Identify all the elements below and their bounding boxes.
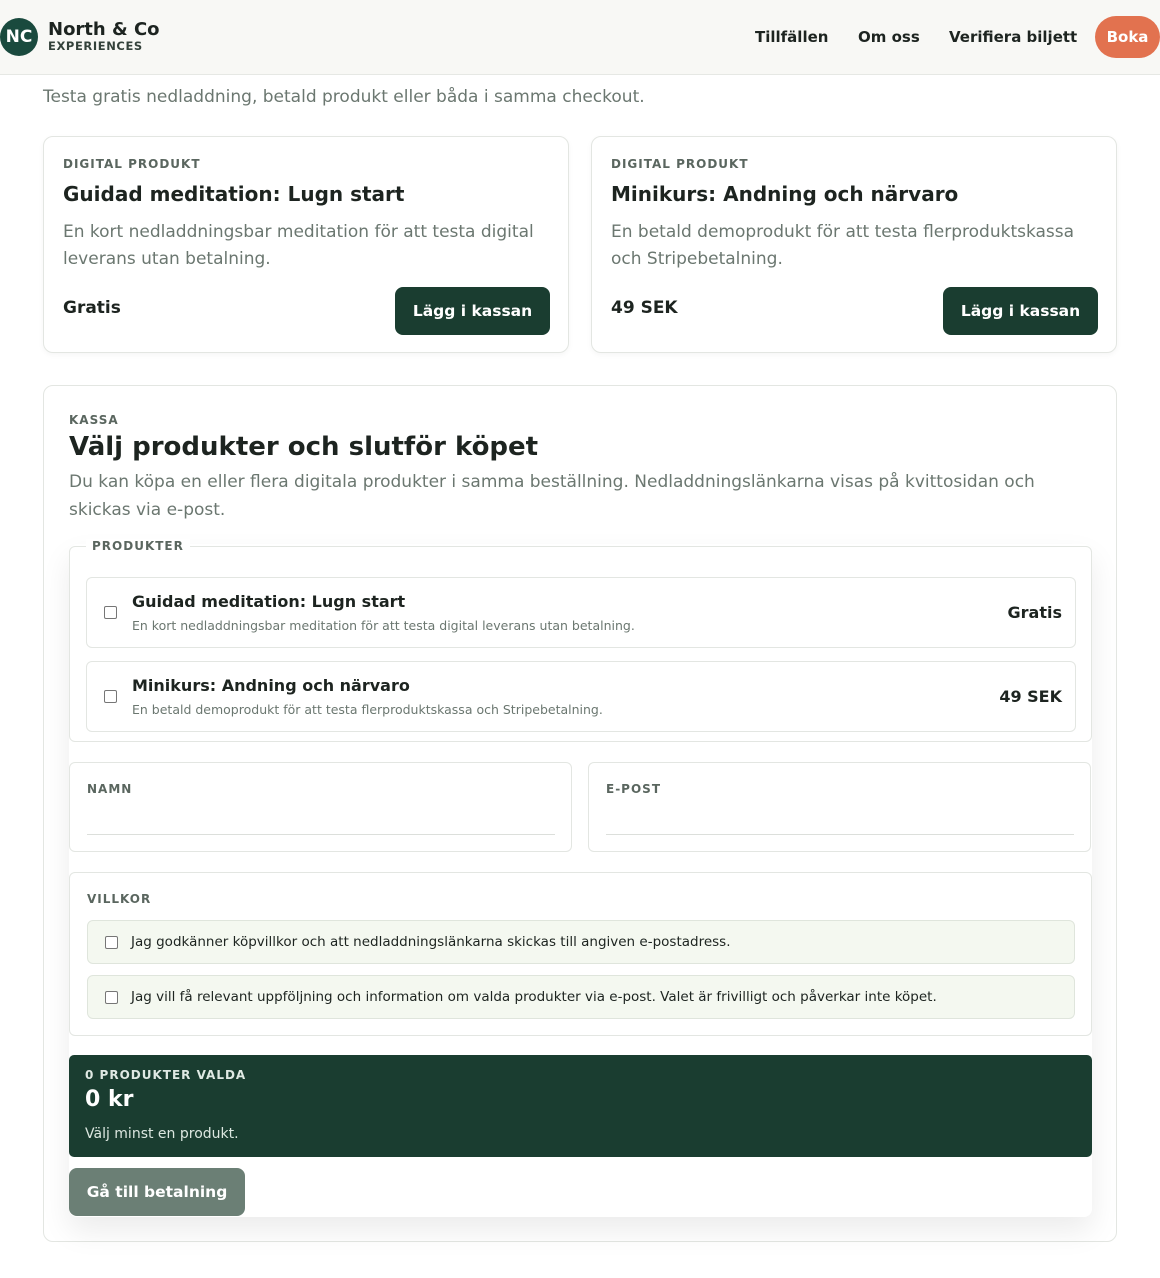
order-summary: 0 PRODUKTER VALDA 0 kr Välj minst en pro… — [69, 1055, 1092, 1157]
terms-checkbox[interactable] — [105, 936, 118, 949]
marketing-consent-row[interactable]: Jag vill få relevant uppföljning och inf… — [87, 975, 1075, 1019]
product-checkbox[interactable] — [104, 606, 117, 619]
email-input[interactable] — [606, 801, 1074, 835]
marketing-consent-text: Jag vill få relevant uppföljning och inf… — [131, 989, 937, 1005]
checkout-product-row[interactable]: Minikurs: Andning och närvaro En betald … — [86, 661, 1076, 732]
product-eyebrow: DIGITAL PRODUKT — [611, 157, 749, 171]
checkout-eyebrow: KASSA — [69, 413, 119, 427]
name-field: NAMN — [69, 762, 572, 852]
product-title: Minikurs: Andning och närvaro — [611, 182, 959, 206]
site-header: NC North & Co EXPERIENCES Tillfällen Om … — [0, 0, 1160, 75]
products-fieldset: PRODUKTER Guidad meditation: Lugn start … — [69, 539, 1092, 742]
checkout-title: Välj produkter och slutför köpet — [69, 432, 539, 462]
checkout-product-description: En betald demoprodukt för att testa fler… — [132, 702, 603, 717]
name-label: NAMN — [87, 782, 133, 796]
order-total: 0 kr — [85, 1087, 134, 1112]
product-price: Gratis — [63, 298, 121, 318]
name-input[interactable] — [87, 801, 555, 835]
checkout-product-price: 49 SEK — [999, 687, 1062, 706]
marketing-checkbox[interactable] — [105, 991, 118, 1004]
brand-subtitle: EXPERIENCES — [48, 39, 143, 53]
nav-link-verifiera-biljett[interactable]: Verifiera biljett — [949, 28, 1077, 46]
product-card: DIGITAL PRODUKT Guidad meditation: Lugn … — [43, 136, 569, 353]
email-field: E-POST — [588, 762, 1091, 852]
terms-section: VILLKOR Jag godkänner köpvillkor och att… — [69, 872, 1092, 1036]
intro-text: Testa gratis nedladdning, betald produkt… — [43, 87, 645, 107]
add-to-checkout-button[interactable]: Lägg i kassan — [943, 287, 1098, 335]
terms-consent-row[interactable]: Jag godkänner köpvillkor och att nedladd… — [87, 920, 1075, 964]
product-title: Guidad meditation: Lugn start — [63, 182, 405, 206]
checkout-product-row[interactable]: Guidad meditation: Lugn start En kort ne… — [86, 577, 1076, 648]
summary-hint: Välj minst en produkt. — [85, 1126, 239, 1142]
brand-name[interactable]: North & Co — [48, 19, 160, 40]
products-legend: PRODUKTER — [86, 539, 190, 553]
logo-badge[interactable]: NC — [0, 18, 38, 56]
nav-link-tillfallen[interactable]: Tillfällen — [755, 28, 828, 46]
product-description: En kort nedladdningsbar meditation för a… — [63, 222, 534, 269]
product-price: 49 SEK — [611, 298, 678, 318]
terms-consent-text: Jag godkänner köpvillkor och att nedladd… — [131, 934, 731, 950]
checkout-product-name: Minikurs: Andning och närvaro — [132, 676, 410, 695]
add-to-checkout-button[interactable]: Lägg i kassan — [395, 287, 550, 335]
checkout-product-name: Guidad meditation: Lugn start — [132, 592, 406, 611]
product-description: En betald demoprodukt för att testa fler… — [611, 222, 1075, 269]
checkout-product-description: En kort nedladdningsbar meditation för a… — [132, 618, 635, 633]
nav-link-om-oss[interactable]: Om oss — [858, 28, 920, 46]
product-card: DIGITAL PRODUKT Minikurs: Andning och nä… — [591, 136, 1117, 353]
checkout-section: KASSA Välj produkter och slutför köpet D… — [43, 385, 1117, 1242]
selected-count: 0 PRODUKTER VALDA — [85, 1068, 247, 1082]
go-to-payment-button[interactable]: Gå till betalning — [69, 1168, 245, 1216]
terms-label: VILLKOR — [87, 892, 152, 906]
email-label: E-POST — [606, 782, 662, 796]
checkout-description: Du kan köpa en eller flera digitala prod… — [69, 472, 1035, 520]
book-button[interactable]: Boka — [1095, 16, 1160, 58]
product-eyebrow: DIGITAL PRODUKT — [63, 157, 201, 171]
product-checkbox[interactable] — [104, 690, 117, 703]
checkout-product-price: Gratis — [1007, 603, 1062, 622]
